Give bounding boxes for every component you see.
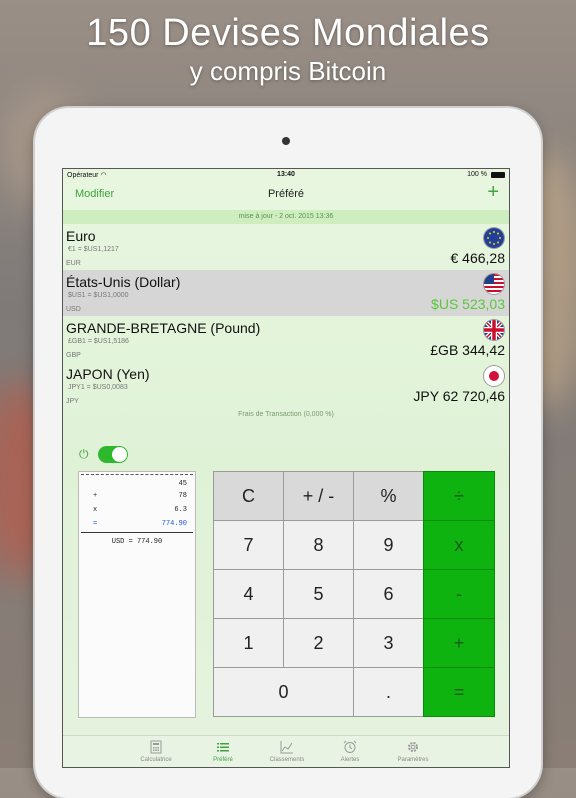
currency-row-eur[interactable]: Euro €1 = $US1,1217 EUR € 466,28 xyxy=(63,224,509,270)
tab-calculatrice[interactable]: Calculatrice xyxy=(126,740,186,763)
currency-amount: € 466,28 xyxy=(450,250,506,266)
currency-row-jpy[interactable]: JAPON (Yen) JPY1 = $US0,0083 JPY JPY 62 … xyxy=(63,362,509,408)
tape-perforation xyxy=(81,474,193,475)
tape-line: 45 xyxy=(178,480,187,488)
decimal-key[interactable]: . xyxy=(353,667,424,717)
currency-row-gbp[interactable]: GRANDE-BRETAGNE (Pound) £GB1 = $US1,5186… xyxy=(63,316,509,362)
status-bar: Opérateur ◠ 13:40 100 % xyxy=(63,169,509,181)
eu-flag-icon xyxy=(484,228,504,248)
key-7[interactable]: 7 xyxy=(213,520,284,570)
calculator-toggle[interactable] xyxy=(98,446,128,463)
divide-key[interactable]: ÷ xyxy=(423,471,495,521)
currency-rate: JPY1 = $US0,0083 xyxy=(68,384,128,391)
key-4[interactable]: 4 xyxy=(213,569,284,619)
us-flag-icon xyxy=(484,274,504,294)
tab-bar: Calculatrice Préféré Classements Alertes… xyxy=(63,735,509,767)
nav-bar: Modifier Préféré + xyxy=(63,181,509,207)
key-5[interactable]: 5 xyxy=(283,569,354,619)
currency-name: GRANDE-BRETAGNE (Pound) xyxy=(66,320,261,336)
calculator-icon xyxy=(150,740,162,754)
subtract-key[interactable]: - xyxy=(423,569,495,619)
tape-line: +78 xyxy=(93,492,187,500)
transaction-fees: Frais de Transaction (0,000 %) xyxy=(238,411,334,418)
currency-code: USD xyxy=(66,306,81,313)
add-currency-button[interactable]: + xyxy=(487,182,499,202)
tab-alertes[interactable]: Alertes xyxy=(320,740,380,763)
promo-title: 150 Devises Mondiales xyxy=(86,12,490,54)
tape-separator xyxy=(81,532,193,533)
jp-flag-icon xyxy=(484,366,504,386)
status-time: 13:40 xyxy=(277,171,295,178)
clear-key[interactable]: C xyxy=(213,471,284,521)
tape-line: x 6.3 xyxy=(93,506,187,514)
list-icon xyxy=(217,743,229,752)
currency-code: JPY xyxy=(66,398,79,405)
currency-name: États-Unis (Dollar) xyxy=(66,274,181,290)
camera-dot xyxy=(282,137,290,145)
uk-flag-icon xyxy=(484,320,504,340)
currency-rate: $US1 = $US1,0000 xyxy=(68,292,129,299)
currency-name: Euro xyxy=(66,228,96,244)
key-1[interactable]: 1 xyxy=(213,618,284,668)
tab-classements[interactable]: Classements xyxy=(257,740,317,763)
calculator-tape[interactable]: 45 +78 x 6.3 = 774.90 USD = 774.90 xyxy=(78,471,196,718)
promo-subtitle: y compris Bitcoin xyxy=(189,56,387,86)
toggle-knob xyxy=(112,447,127,462)
currency-rate: €1 = $US1,1217 xyxy=(68,246,119,253)
key-9[interactable]: 9 xyxy=(353,520,424,570)
currency-amount: JPY 62 720,46 xyxy=(413,388,505,404)
power-icon: ⏻ xyxy=(79,447,89,461)
chart-icon xyxy=(280,741,293,754)
key-3[interactable]: 3 xyxy=(353,618,424,668)
percent-key[interactable]: % xyxy=(353,471,424,521)
currency-name: JAPON (Yen) xyxy=(66,366,150,382)
key-6[interactable]: 6 xyxy=(353,569,424,619)
battery-label: 100 % xyxy=(467,171,487,178)
currency-code: GBP xyxy=(66,352,81,359)
alarm-clock-icon xyxy=(343,740,357,753)
currency-row-usd[interactable]: États-Unis (Dollar) $US1 = $US1,0000 USD… xyxy=(63,270,509,316)
currency-rate: £GB1 = $US1,5186 xyxy=(68,338,129,345)
battery-icon xyxy=(491,172,505,178)
calculator-keypad: C + / - % ÷ 7 8 9 x 4 5 6 - 1 2 3 + 0 . … xyxy=(213,471,495,717)
app-screen: Opérateur ◠ 13:40 100 % Modifier Préféré… xyxy=(62,168,510,768)
key-0[interactable]: 0 xyxy=(213,667,354,717)
add-key[interactable]: + xyxy=(423,618,495,668)
currency-code: EUR xyxy=(66,260,81,267)
tab-parametres[interactable]: Paramètres xyxy=(383,740,443,763)
currency-amount: $US 523,03 xyxy=(431,296,505,312)
currency-amount: £GB 344,42 xyxy=(430,342,505,358)
tape-result: USD = 774.90 xyxy=(111,538,163,546)
key-8[interactable]: 8 xyxy=(283,520,354,570)
gear-icon xyxy=(408,742,418,752)
key-2[interactable]: 2 xyxy=(283,618,354,668)
page-title: Préféré xyxy=(267,188,305,200)
equals-key[interactable]: = xyxy=(423,667,495,717)
tab-prefere[interactable]: Préféré xyxy=(193,740,253,763)
update-timestamp: mise à jour - 2 oct. 2015 13:36 xyxy=(63,210,509,224)
tape-line: = 774.90 xyxy=(93,520,187,528)
multiply-key[interactable]: x xyxy=(423,520,495,570)
plus-minus-key[interactable]: + / - xyxy=(283,471,354,521)
